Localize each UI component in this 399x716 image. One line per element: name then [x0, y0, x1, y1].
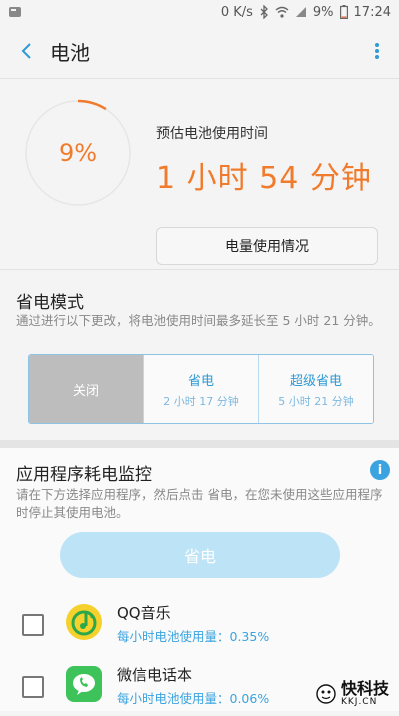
wifi-icon	[275, 6, 289, 18]
app-name: QQ音乐	[117, 604, 171, 622]
info-icon[interactable]: i	[370, 460, 390, 480]
monitor-description: 请在下方选择应用程序，然后点击 省电，在您未使用这些应用程序时停止其使用电池。	[16, 487, 383, 520]
mode-label: 关闭	[72, 383, 99, 399]
app-power-monitor-section: 应用程序耗电监控 i 请在下方选择应用程序，然后点击 省电，在您未使用这些应用程…	[0, 448, 399, 711]
power-mode-selector: 关闭 省电 2 小时 17 分钟 超级省电 5 小时 21 分钟	[28, 354, 374, 424]
save-power-button[interactable]: 省电	[60, 532, 340, 578]
mode-ultra-saving-option[interactable]: 超级省电 5 小时 21 分钟	[259, 355, 373, 423]
mode-off-option[interactable]: 关闭	[29, 355, 144, 423]
estimate-label: 预估电池使用时间	[156, 126, 268, 142]
mode-label: 超级省电	[289, 373, 342, 389]
net-speed: 0 K/s	[220, 4, 253, 20]
qq-music-icon	[66, 604, 102, 640]
mode-power-saving-option[interactable]: 省电 2 小时 17 分钟	[144, 355, 259, 423]
more-options-button[interactable]	[365, 34, 389, 68]
status-bar: 0 K/s 9% 17:24	[0, 0, 399, 24]
power-saving-title: 省电模式	[16, 293, 84, 313]
app-checkbox[interactable]	[22, 676, 44, 698]
battery-section: 9% 预估电池使用时间 1 小时 54 分钟 电量使用情况	[0, 79, 399, 269]
monitor-title: 应用程序耗电监控	[16, 465, 152, 485]
mode-label: 省电	[187, 373, 214, 389]
battery-icon	[339, 5, 348, 19]
signal-icon	[295, 6, 307, 18]
battery-percent-large: 9%	[58, 139, 98, 167]
mascot-icon	[316, 684, 336, 704]
app-checkbox[interactable]	[22, 614, 44, 636]
app-usage: 每小时电池使用量：0.06%	[117, 691, 270, 706]
section-divider	[0, 440, 399, 448]
watermark-sub: KKJ.CN	[340, 697, 378, 707]
app-usage: 每小时电池使用量：0.35%	[117, 629, 270, 644]
wechat-phonebook-icon	[66, 666, 102, 702]
back-arrow-icon	[21, 43, 31, 59]
mode-duration: 5 小时 21 分钟	[278, 394, 354, 408]
power-saving-description: 通过进行以下更改，将电池使用时间最多延长至 5 小时 21 分钟。	[16, 313, 381, 328]
list-item[interactable]: QQ音乐 每小时电池使用量：0.35%	[0, 596, 399, 654]
bluetooth-icon	[259, 5, 269, 19]
watermark-text: 快科技	[340, 679, 389, 698]
watermark: 快科技 KKJ.CN	[315, 681, 389, 707]
power-saving-section: 省电模式 通过进行以下更改，将电池使用时间最多延长至 5 小时 21 分钟。 关…	[0, 270, 399, 440]
app-name: 微信电话本	[117, 666, 193, 684]
notification-icon	[8, 5, 22, 19]
app-bar: 电池	[0, 24, 399, 78]
estimate-time: 1 小时 54 分钟	[156, 161, 372, 196]
battery-percent: 9%	[312, 4, 334, 20]
back-button[interactable]	[10, 34, 44, 68]
page-title: 电池	[50, 40, 90, 65]
clock: 17:24	[353, 4, 391, 20]
more-vert-icon	[375, 43, 379, 59]
battery-usage-button[interactable]: 电量使用情况	[156, 227, 378, 265]
mode-duration: 2 小时 17 分钟	[163, 394, 239, 408]
